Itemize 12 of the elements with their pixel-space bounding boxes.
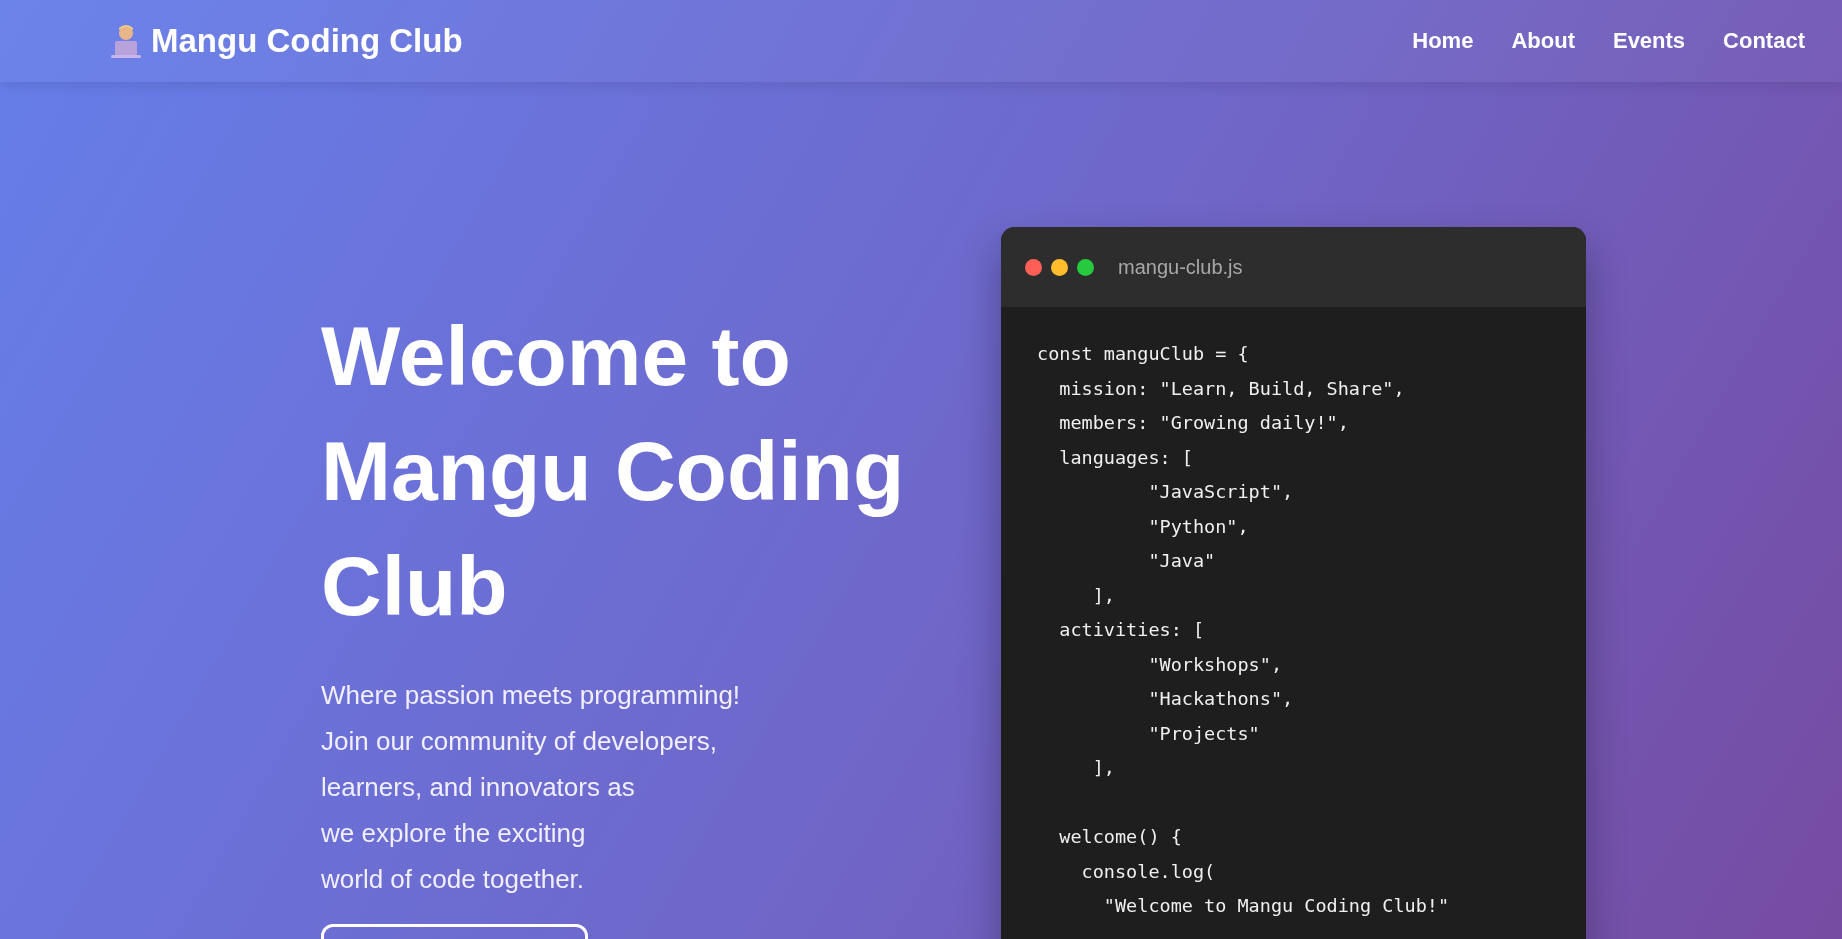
hero-description: Where passion meets programming! Join our community of developers, learners, and innovators as we explore the exciting world of code together. [321,679,742,896]
site-logo[interactable]: Mangu Coding Club [151,22,463,60]
nav-link[interactable]: Contact [1723,28,1805,54]
nav-link[interactable]: About [1511,28,1575,54]
code-text: const manguClub = { mission: "Learn, Build, Share", members: "Growing daily!", languages: [ "JavaScript", "Python", "Java" ], activities: [ "Workshops", "Hackathons", "Projects" ], welcome() { console.log( "Welcome to Mangu Coding Club!" [1036,342,1451,918]
hero-heading: Welcome to Mangu Coding Club [321,308,906,635]
nav-link[interactable]: Events [1612,28,1686,54]
window-control-icon[interactable] [1051,258,1068,276]
window-control-icon[interactable] [1077,258,1094,276]
file-name: mangu-club.js [1118,255,1243,279]
window-control-icon[interactable] [1025,258,1042,276]
nav-link[interactable]: Home [1412,28,1474,54]
